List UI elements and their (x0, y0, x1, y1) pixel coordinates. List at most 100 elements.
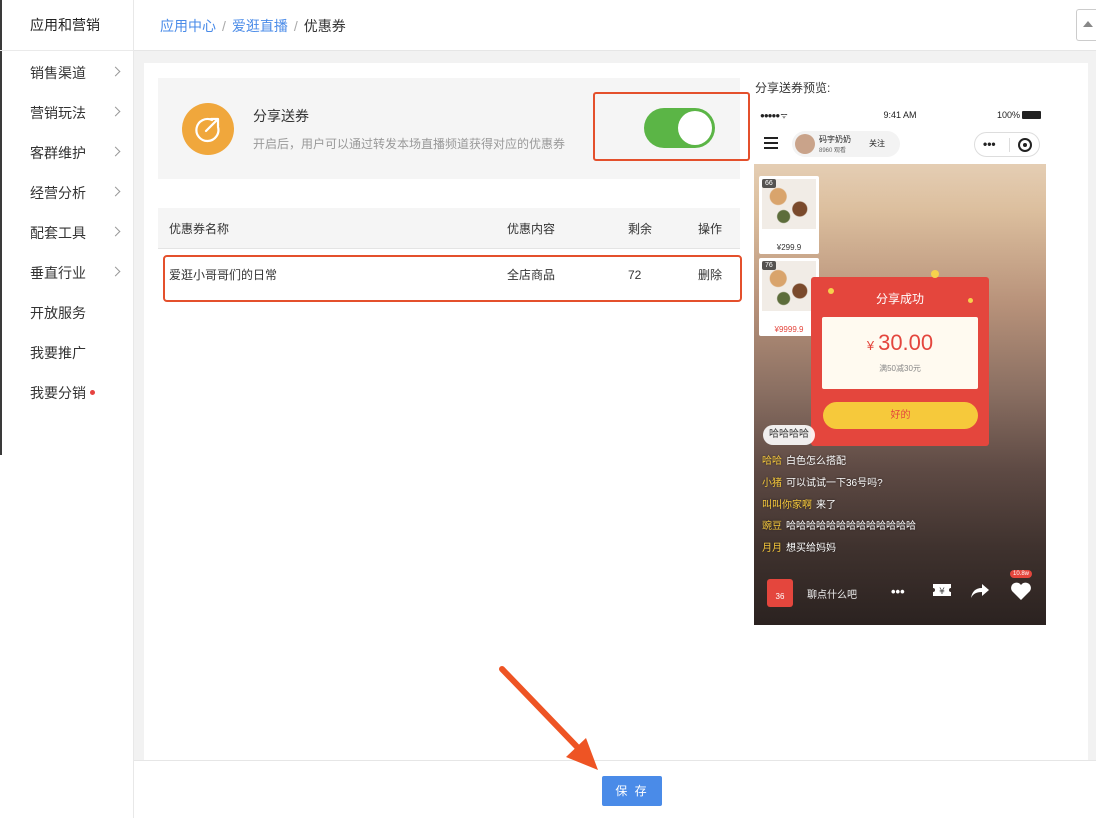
share-success-popup: 分享成功 ¥30.00 满50减30元 好的 (811, 277, 989, 446)
header-action: 操作 (698, 222, 723, 236)
sidebar-item-distribution[interactable]: 我要分销 (0, 373, 133, 413)
phone-status-bar: ●●●●● ᯤ 9:41 AM 100% (754, 106, 1046, 124)
sidebar-item-tools[interactable]: 配套工具 (0, 213, 133, 253)
product-card: 76 ¥9999.9 (759, 258, 819, 336)
more-icon: ••• (983, 137, 996, 151)
coupon-amount: ¥30.00 (822, 330, 978, 356)
sidebar-item-label: 经营分析 (30, 185, 86, 201)
chat-user: 豌豆 (762, 521, 782, 532)
product-badge: 76 (762, 261, 776, 270)
sidebar-item-label: 开放服务 (30, 305, 86, 321)
divider (1009, 138, 1010, 152)
share-title: 分享送券 (253, 108, 309, 124)
svg-text:¥: ¥ (939, 587, 945, 597)
product-price: ¥9999.9 (774, 325, 804, 334)
product-price: ¥299.9 (776, 243, 802, 252)
breadcrumb-separator: / (293, 18, 298, 34)
share-description: 开启后，用户可以通过转发本场直播频道获得对应的优惠券 (253, 137, 566, 151)
battery-icon (1022, 111, 1041, 119)
follow-button: 关注 (869, 139, 885, 148)
chat-text: 来了 (816, 500, 836, 511)
currency-symbol: ¥ (866, 338, 875, 353)
chat-text: 白色怎么搭配 (786, 456, 846, 467)
phone-bottom-bar: 36 聊点什么吧 ••• ¥ 10.8w (754, 570, 1046, 614)
sidebar-title: 应用和营销 (0, 0, 133, 51)
share-arrow-icon (970, 582, 990, 606)
coupon-condition: 满50减30元 (879, 364, 921, 373)
sidebar-item-analytics[interactable]: 经营分析 (0, 173, 133, 213)
chat-user: 哈哈 (762, 456, 782, 467)
chevron-right-icon (110, 106, 121, 117)
sidebar-item-label: 营销玩法 (30, 105, 86, 121)
sidebar: 应用和营销 销售渠道 营销玩法 客群维护 经营分析 配套工具 垂直行业 开放服务… (0, 0, 134, 818)
chevron-right-icon (110, 146, 121, 157)
product-badge: 66 (762, 179, 776, 188)
header-content: 优惠内容 (507, 222, 556, 236)
sidebar-item-marketing[interactable]: 营销玩法 (0, 93, 133, 133)
sidebar-item-open-service[interactable]: 开放服务 (0, 293, 133, 333)
sidebar-item-sales-channel[interactable]: 销售渠道 (0, 53, 133, 93)
sidebar-item-label: 我要分销 (30, 385, 86, 401)
breadcrumb: 应用中心 / 爱逛直播 / 优惠券 (160, 16, 346, 36)
chat-message: 豌豆 哈哈哈哈哈哈哈哈哈哈哈哈哈 (762, 517, 916, 532)
heart-icon (1010, 581, 1032, 607)
chevron-right-icon (110, 266, 121, 277)
capsule-buttons: ••• (974, 132, 1040, 157)
host-name: 码字奶奶 (819, 135, 851, 144)
header-remaining: 剩余 (628, 222, 653, 236)
host-views: 8960 观看 (819, 148, 847, 154)
popup-title: 分享成功 (875, 292, 924, 306)
chevron-right-icon (110, 66, 121, 77)
likes-badge: 10.8w (1010, 570, 1033, 578)
coupon-ticket: ¥30.00 满50减30元 (822, 317, 978, 389)
chat-message: 月月 想买给妈妈 (762, 539, 836, 554)
chat-text: 想买给妈妈 (786, 543, 836, 554)
more-icon: ••• (891, 584, 905, 599)
sparkle-icon (828, 288, 834, 294)
ok-button[interactable]: 好的 (823, 402, 978, 429)
header-coupon-name: 优惠券名称 (169, 222, 230, 236)
notification-dot (90, 389, 95, 395)
sidebar-item-industry[interactable]: 垂直行业 (0, 253, 133, 293)
table-header: 优惠券名称 优惠内容 剩余 操作 (158, 208, 740, 249)
chat-user: 小猪 (762, 478, 782, 489)
sidebar-item-label: 销售渠道 (30, 65, 86, 81)
chat-user: 叫叫你家啊 (762, 500, 812, 511)
sidebar-item-label: 垂直行业 (30, 265, 86, 281)
chat-bubble: 哈哈哈哈 (763, 425, 815, 445)
highlight-box (163, 255, 742, 302)
top-bar: 应用中心 / 爱逛直播 / 优惠券 (134, 0, 1096, 51)
chat-user: 月月 (762, 543, 782, 554)
breadcrumb-app-center[interactable]: 应用中心 (160, 18, 216, 34)
sidebar-item-label: 我要推广 (30, 345, 86, 361)
chat-message: 哈哈 白色怎么搭配 (762, 452, 846, 467)
chat-placeholder: 聊点什么吧 (807, 590, 857, 601)
share-icon (182, 103, 234, 155)
chevron-right-icon (110, 226, 121, 237)
product-card: 66 ¥299.9 (759, 176, 819, 254)
chat-message: 叫叫你家啊 来了 (762, 496, 836, 511)
share-toggle[interactable] (644, 108, 715, 148)
host-pill: 码字奶奶 8960 观看 关注 (792, 131, 900, 157)
sidebar-item-customer[interactable]: 客群维护 (0, 133, 133, 173)
save-button[interactable]: 保 存 (602, 776, 662, 806)
sparkle-icon (968, 298, 973, 303)
menu-icon (764, 137, 778, 149)
breadcrumb-separator: / (222, 18, 226, 34)
sidebar-item-label: 配套工具 (30, 225, 86, 241)
phone-header: 码字奶奶 8960 观看 关注 ••• (754, 124, 1046, 164)
avatar (795, 134, 815, 154)
shopping-bag-icon: 36 (767, 579, 793, 607)
status-battery: 100% (996, 110, 1020, 120)
chat-text: 可以试试一下36号吗? (786, 478, 883, 489)
breadcrumb-current: 优惠券 (303, 18, 346, 34)
toggle-knob (678, 111, 712, 145)
chevron-right-icon (110, 186, 121, 197)
chat-message: 小猪 可以试试一下36号吗? (762, 474, 883, 489)
chat-text: 哈哈哈哈哈哈哈哈哈哈哈哈哈 (786, 521, 916, 532)
sidebar-item-promote[interactable]: 我要推广 (0, 333, 133, 373)
close-circle-icon (1018, 138, 1032, 152)
sidebar-item-label: 客群维护 (30, 145, 86, 161)
collapse-button[interactable] (1076, 9, 1096, 41)
breadcrumb-live[interactable]: 爱逛直播 (232, 18, 288, 34)
